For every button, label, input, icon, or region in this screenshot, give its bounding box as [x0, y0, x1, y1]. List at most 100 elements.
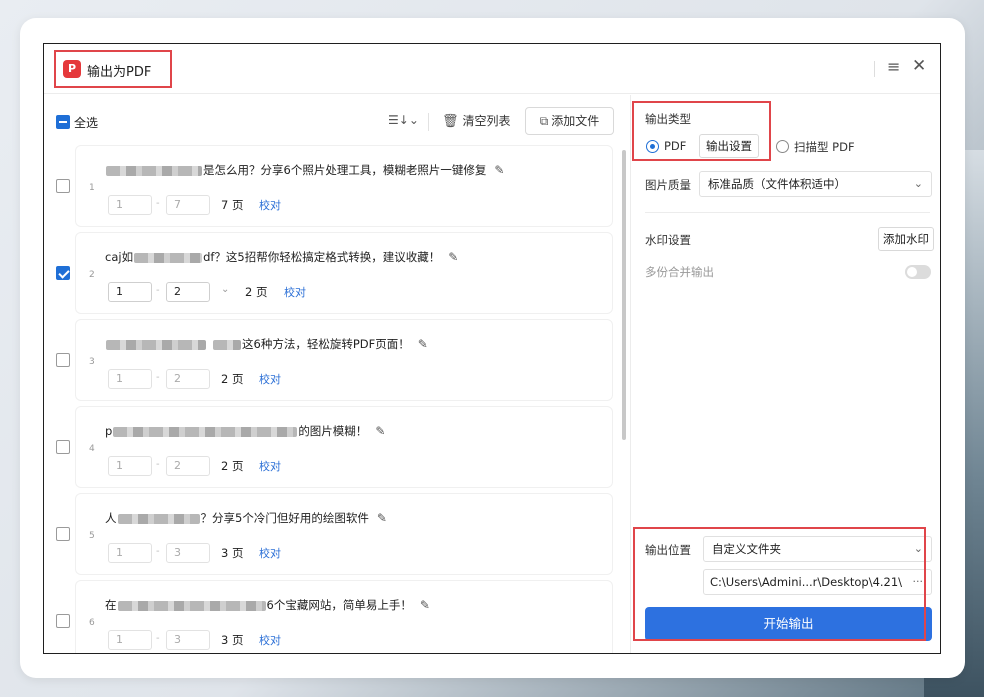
page-from-input[interactable]: 1 [108, 456, 152, 476]
file-checkbox[interactable] [56, 353, 70, 367]
file-row: 6 在 6个宝藏网站，简单易上手！ ✎ 1 - 3 3 页 校对 [44, 580, 619, 653]
page-to-input[interactable]: 7 [166, 195, 210, 215]
file-checkbox[interactable] [56, 440, 70, 454]
range-dash: - [156, 633, 160, 644]
clear-list-button[interactable]: 🗑 清空列表 [442, 112, 511, 129]
window-title: 输出为PDF [87, 65, 152, 80]
range-dash: - [156, 459, 160, 470]
range-dash: - [156, 546, 160, 557]
proofread-link[interactable]: 校对 [259, 197, 281, 213]
export-pdf-window: P 输出为PDF ≡ ✕ 全选 ☰↓⌄ 🗑 清空列表 ⧉ 添加文件 1 是怎么用？分… [43, 43, 941, 654]
file-index: 6 [89, 618, 95, 628]
pdf-radio-label[interactable]: PDF [664, 139, 686, 153]
proofread-link[interactable]: 校对 [259, 371, 281, 387]
add-file-button[interactable]: ⧉ 添加文件 [525, 107, 614, 135]
file-row: 2 caj如 df？这5招帮你轻松搞定格式转换，建议收藏！ ✎ 1 - 2 ⌄ 2 … [44, 232, 619, 319]
file-checkbox[interactable] [56, 614, 70, 628]
file-card [75, 319, 613, 401]
file-name: caj如 df？这5招帮你轻松搞定格式转换，建议收藏！ ✎ [105, 250, 459, 264]
file-list-scrollbar[interactable] [622, 150, 626, 440]
file-index: 2 [89, 270, 95, 280]
image-quality-label: 图片质量 [645, 178, 691, 192]
scan-pdf-radio[interactable] [776, 140, 789, 153]
output-location-select[interactable]: 自定义文件夹 ⌄ [703, 536, 932, 562]
page-from-input[interactable]: 1 [108, 195, 152, 215]
settings-panel: 输出类型 PDF 输出设置 扫描型 PDF 图片质量 标准品质（文件体积适中） ⌄… [630, 95, 940, 653]
page-from-input[interactable]: 1 [108, 369, 152, 389]
page-to-input[interactable]: 3 [166, 543, 210, 563]
blurred-text [113, 426, 298, 437]
file-checkbox[interactable] [56, 527, 70, 541]
output-settings-button[interactable]: 输出设置 [699, 134, 759, 158]
file-row: 4 p 的图片模糊！ ✎ 1 - 2 2 页 校对 [44, 406, 619, 493]
page-from-input[interactable]: 1 [108, 543, 152, 563]
page-count: 7 页 [221, 198, 244, 212]
range-dash: - [156, 198, 160, 209]
file-row: 1 是怎么用？分享6个照片处理工具，模糊老照片一键修复 ✎ 1 - 7 7 页 校… [44, 145, 619, 232]
select-all-checkbox[interactable] [56, 115, 70, 129]
output-location-label: 输出位置 [645, 543, 691, 557]
file-name: 在 6个宝藏网站，简单易上手！ ✎ [105, 598, 430, 612]
add-watermark-button[interactable]: 添加水印 [878, 227, 934, 251]
range-dash: - [156, 372, 160, 383]
merge-output-label: 多份合并输出 [645, 265, 714, 279]
file-row: 5 人？分享5个冷门但好用的绘图软件 ✎ 1 - 3 3 页 校对 [44, 493, 619, 580]
file-card [75, 232, 613, 314]
scan-pdf-radio-label[interactable]: 扫描型 PDF [794, 139, 855, 155]
clear-list-label: 清空列表 [462, 114, 511, 128]
file-checkbox[interactable] [56, 179, 70, 193]
edit-pencil-icon[interactable]: ✎ [377, 511, 387, 525]
edit-pencil-icon[interactable]: ✎ [494, 163, 504, 177]
blurred-text [106, 165, 202, 176]
page-to-input[interactable]: 2 [166, 456, 210, 476]
start-output-button[interactable]: 开始输出 [645, 607, 932, 641]
proofread-link[interactable]: 校对 [259, 458, 281, 474]
close-icon[interactable]: ✕ [912, 56, 926, 76]
edit-pencil-icon[interactable]: ✎ [418, 337, 428, 351]
section-divider [645, 212, 930, 213]
page-count: 3 页 [221, 633, 244, 647]
toolbar-separator [428, 113, 429, 131]
file-name: 是怎么用？分享6个照片处理工具，模糊老照片一键修复 ✎ [105, 162, 504, 178]
title-separator [874, 61, 875, 77]
range-dash: - [156, 285, 160, 296]
file-panel: 全选 ☰↓⌄ 🗑 清空列表 ⧉ 添加文件 1 是怎么用？分享6个照片处理工具，模糊老… [44, 95, 629, 653]
file-index: 1 [89, 183, 95, 193]
file-card [75, 493, 613, 575]
edit-pencil-icon[interactable]: ✎ [375, 424, 385, 438]
file-row: 3 这6种方法，轻松旋转PDF页面！ ✎ 1 - 2 2 页 校对 [44, 319, 619, 406]
image-quality-select[interactable]: 标准品质（文件体积适中） ⌄ [699, 171, 932, 197]
page-to-input[interactable]: 3 [166, 630, 210, 650]
blurred-text [134, 252, 203, 263]
proofread-link[interactable]: 校对 [284, 284, 306, 300]
blurred-text [213, 339, 241, 350]
watermark-label: 水印设置 [645, 233, 691, 247]
more-icon[interactable]: ··· [913, 570, 924, 594]
page-range-chevron-icon[interactable]: ⌄ [221, 284, 229, 295]
edit-pencil-icon[interactable]: ✎ [448, 250, 458, 264]
merge-output-toggle[interactable] [905, 265, 931, 279]
file-name: 这6种方法，轻松旋转PDF页面！ ✎ [105, 336, 428, 352]
blurred-text [106, 339, 206, 350]
page-from-input[interactable]: 1 [108, 630, 152, 650]
page-from-input[interactable]: 1 [108, 282, 152, 302]
output-path-field[interactable]: C:\Users\Admini...r\Desktop\4.21\ ··· [703, 569, 932, 595]
file-index: 5 [89, 531, 95, 541]
proofread-link[interactable]: 校对 [259, 632, 281, 648]
file-index: 3 [89, 357, 95, 367]
chevron-down-icon: ⌄ [913, 542, 923, 555]
edit-pencil-icon[interactable]: ✎ [420, 598, 430, 612]
app-logo-icon: P [63, 60, 81, 78]
sort-button[interactable]: ☰↓⌄ [388, 113, 419, 127]
blurred-text [117, 513, 200, 524]
file-checkbox[interactable] [56, 266, 70, 280]
file-name: 人？分享5个冷门但好用的绘图软件 ✎ [105, 511, 387, 525]
proofread-link[interactable]: 校对 [259, 545, 281, 561]
add-file-label: 添加文件 [551, 114, 600, 128]
menu-icon[interactable]: ≡ [887, 57, 900, 76]
page-to-input[interactable]: 2 [166, 369, 210, 389]
pdf-radio[interactable] [646, 140, 659, 153]
page-to-input[interactable]: 2 [166, 282, 210, 302]
select-all-label[interactable]: 全选 [74, 114, 98, 131]
page-count: 2 页 [245, 285, 268, 299]
